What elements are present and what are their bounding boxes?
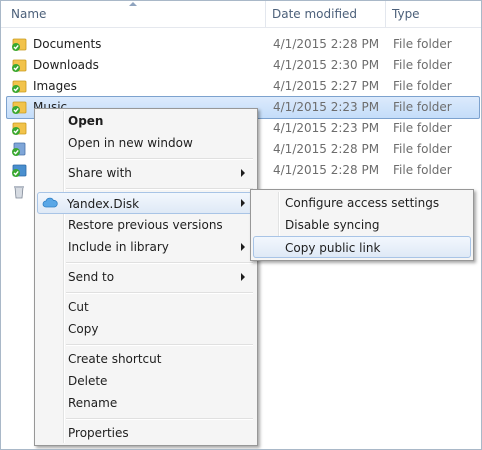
synced-folder-icon xyxy=(12,80,27,93)
menu-item-create-shortcut[interactable]: Create shortcut xyxy=(37,348,255,370)
menu-item-cut[interactable]: Cut xyxy=(37,296,255,318)
column-header-name[interactable]: Name xyxy=(11,1,46,27)
file-type: File folder xyxy=(393,37,452,51)
menu-item-label: Send to xyxy=(68,270,115,284)
menu-item-label: Include in library xyxy=(68,240,169,254)
synced-video-folder-icon xyxy=(12,164,27,177)
menu-item-delete[interactable]: Delete xyxy=(37,370,255,392)
menu-item-label: Restore previous versions xyxy=(68,218,223,232)
file-row-documents[interactable]: Documents 4/1/2015 2:28 PM File folder xyxy=(7,34,479,55)
menu-item-open-new-window[interactable]: Open in new window xyxy=(37,132,255,154)
synced-folder-icon xyxy=(12,38,27,51)
file-date: 4/1/2015 2:28 PM xyxy=(273,163,380,177)
file-date: 4/1/2015 2:30 PM xyxy=(273,58,380,72)
synced-folder-icon xyxy=(12,101,27,114)
menu-item-label: Configure access settings xyxy=(285,196,440,210)
file-name: Downloads xyxy=(33,58,99,72)
synced-folder-icon xyxy=(12,122,27,135)
menu-item-label: Yandex.Disk xyxy=(67,197,140,211)
sort-ascending-icon xyxy=(129,2,137,6)
menu-separator xyxy=(66,188,253,190)
menu-separator xyxy=(66,418,253,420)
file-type: File folder xyxy=(393,163,452,177)
explorer-file-list: Name Date modified Type Documents 4/1/20… xyxy=(0,0,482,450)
context-menu: Open Open in new window Share with Yande… xyxy=(34,108,258,446)
column-divider[interactable] xyxy=(265,1,266,27)
menu-item-properties[interactable]: Properties xyxy=(37,422,255,444)
menu-item-restore-previous-versions[interactable]: Restore previous versions xyxy=(37,214,255,236)
menu-item-label: Rename xyxy=(68,396,118,410)
synced-folder-icon xyxy=(12,59,27,72)
file-row-images[interactable]: Images 4/1/2015 2:27 PM File folder xyxy=(7,76,479,97)
file-date: 4/1/2015 2:28 PM xyxy=(273,37,380,51)
submenu-arrow-icon xyxy=(241,273,245,281)
menu-item-rename[interactable]: Rename xyxy=(37,392,255,414)
file-date: 4/1/2015 2:28 PM xyxy=(273,142,380,156)
menu-item-label: Delete xyxy=(68,374,108,388)
yandex-disk-cloud-icon xyxy=(42,197,58,208)
menu-item-label: Disable syncing xyxy=(285,218,380,232)
menu-item-yandex-disk[interactable]: Yandex.Disk xyxy=(37,192,255,214)
submenu-arrow-icon xyxy=(241,199,245,207)
menu-item-share-with[interactable]: Share with xyxy=(37,162,255,184)
column-header-type[interactable]: Type xyxy=(392,1,420,27)
file-type: File folder xyxy=(393,100,452,114)
file-type: File folder xyxy=(393,58,452,72)
column-header-date[interactable]: Date modified xyxy=(272,1,357,27)
menu-item-label: Copy public link xyxy=(285,241,381,255)
recycle-bin-icon xyxy=(14,186,24,199)
file-date: 4/1/2015 2:23 PM xyxy=(273,100,380,114)
menu-item-copy-public-link[interactable]: Copy public link xyxy=(253,236,471,258)
file-name: Images xyxy=(33,79,77,93)
submenu-arrow-icon xyxy=(241,243,245,251)
menu-item-configure-access-settings[interactable]: Configure access settings xyxy=(253,192,471,214)
yandex-disk-submenu: Configure access settings Disable syncin… xyxy=(250,189,474,261)
menu-separator xyxy=(66,344,253,346)
file-type: File folder xyxy=(393,142,452,156)
menu-item-copy[interactable]: Copy xyxy=(37,318,255,340)
menu-separator xyxy=(66,262,253,264)
menu-item-disable-syncing[interactable]: Disable syncing xyxy=(253,214,471,236)
column-divider[interactable] xyxy=(385,1,386,27)
file-type: File folder xyxy=(393,79,452,93)
menu-item-label: Open xyxy=(68,114,104,128)
menu-item-label: Copy xyxy=(68,322,99,336)
file-date: 4/1/2015 2:23 PM xyxy=(273,121,380,135)
synced-app-icon xyxy=(12,142,26,156)
submenu-arrow-icon xyxy=(241,169,245,177)
file-date: 4/1/2015 2:27 PM xyxy=(273,79,380,93)
menu-item-label: Cut xyxy=(68,300,89,314)
menu-item-label: Open in new window xyxy=(68,136,193,150)
menu-separator xyxy=(66,292,253,294)
menu-item-send-to[interactable]: Send to xyxy=(37,266,255,288)
file-name: Documents xyxy=(33,37,102,51)
menu-item-label: Properties xyxy=(68,426,129,440)
menu-item-label: Share with xyxy=(68,166,132,180)
menu-item-open[interactable]: Open xyxy=(37,110,255,132)
menu-separator xyxy=(66,158,253,160)
menu-item-label: Create shortcut xyxy=(68,352,162,366)
file-row-downloads[interactable]: Downloads 4/1/2015 2:30 PM File folder xyxy=(7,55,479,76)
menu-item-include-in-library[interactable]: Include in library xyxy=(37,236,255,258)
file-type: File folder xyxy=(393,121,452,135)
column-header-bar: Name Date modified Type xyxy=(1,1,481,28)
